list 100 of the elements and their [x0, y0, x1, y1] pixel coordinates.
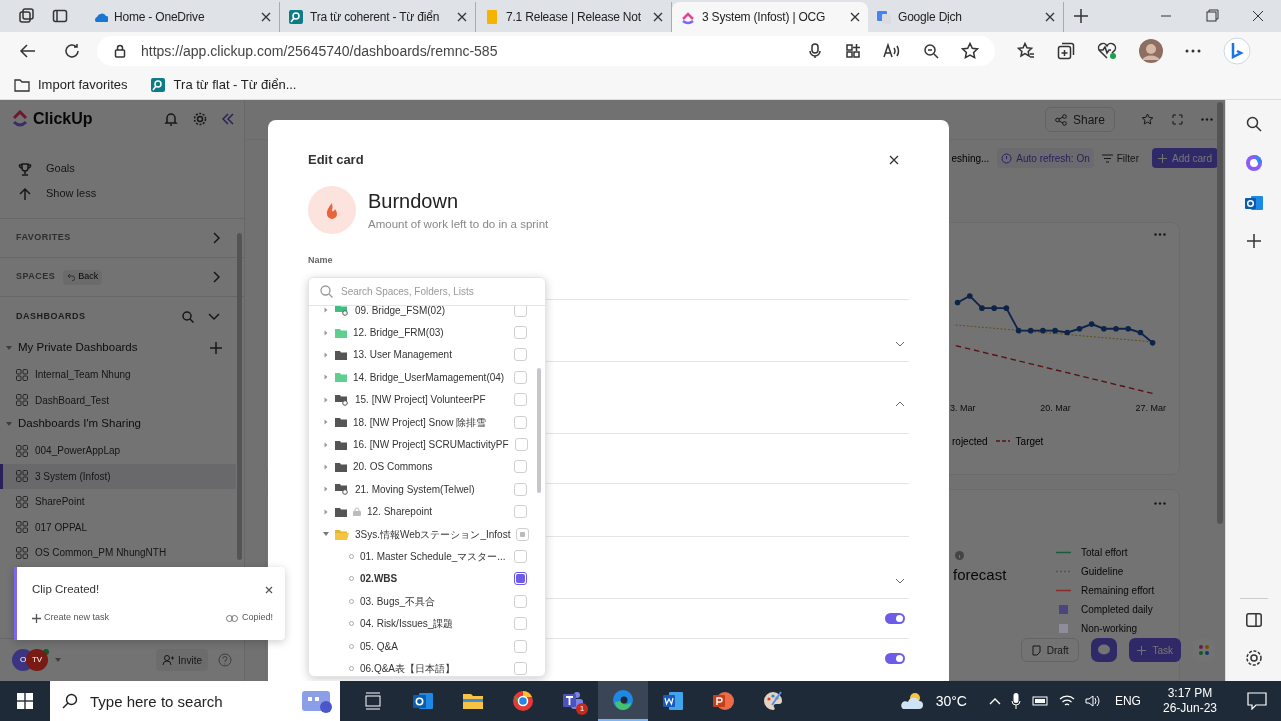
toast-title: Clip Created!	[32, 582, 101, 597]
back-icon[interactable]	[19, 42, 37, 60]
clock[interactable]: 3:17 PM 26-Jun-23	[1162, 686, 1217, 716]
taskbar-app[interactable]	[598, 681, 648, 721]
plus-icon[interactable]	[210, 342, 222, 354]
dashboard-icon	[16, 394, 28, 407]
refresh-icon[interactable]	[63, 42, 81, 60]
close-icon[interactable]	[1045, 12, 1055, 22]
workspaces-icon[interactable]	[18, 8, 34, 24]
more-icon[interactable]	[1185, 49, 1201, 53]
language-indicator[interactable]: ENG	[1114, 692, 1141, 710]
tree-item[interactable]: 01. Master Schedule_マスター...	[309, 545, 545, 568]
dashboard-icon	[16, 470, 28, 483]
tree-item[interactable]: 20. OS Commons	[309, 455, 545, 479]
search-field[interactable]: Search Spaces, Folders, Lists	[309, 278, 545, 305]
magnifier-icon	[149, 76, 166, 93]
tab-actions-icon[interactable]	[52, 8, 68, 24]
close-icon[interactable]	[889, 154, 899, 165]
close-icon[interactable]	[850, 12, 860, 22]
chevron-down-icon[interactable]	[208, 313, 220, 321]
dashboard-item[interactable]: 004_PowerAppLap	[0, 438, 236, 464]
wifi-icon[interactable]	[1058, 694, 1075, 708]
taskbar-search-field[interactable]: Type here to search	[50, 681, 340, 721]
notifications-icon[interactable]	[1247, 692, 1267, 710]
star-icon[interactable]	[1141, 113, 1154, 126]
taskbar-app[interactable]: 1	[548, 681, 598, 721]
tree-item[interactable]: 13. User Management	[309, 343, 545, 367]
dashboard-group[interactable]: Dashboards I'm Sharing	[0, 413, 244, 435]
dashboard-item[interactable]: DashBoard_Test	[0, 387, 236, 413]
dashboard-item[interactable]: OS Common_PM NhungNTH	[0, 540, 236, 566]
invite-button[interactable]: Invite	[156, 649, 208, 671]
address-bar[interactable]: https://app.clickup.com/25645740/dashboards/remnc-585	[97, 36, 995, 66]
toggle-switch[interactable]	[885, 653, 905, 664]
tree-item[interactable]: 18. [NW Project] Snow 除排雪	[309, 410, 545, 434]
tree-item[interactable]: 14. Bridge_UserMamagement(04)	[309, 366, 545, 389]
bell-icon[interactable]	[164, 112, 178, 126]
plus-icon[interactable]	[1246, 234, 1261, 248]
collapse-icon[interactable]	[222, 113, 234, 125]
tree-item[interactable]: 03. Bugs_不具合	[309, 590, 545, 613]
dashboard-item[interactable]: Internal_Team Nhung	[0, 362, 236, 388]
data-point	[1003, 305, 1010, 311]
heart-pulse-icon[interactable]	[1097, 42, 1117, 60]
collections-icon[interactable]	[1057, 42, 1075, 60]
close-icon[interactable]	[457, 12, 467, 22]
chevron-down-icon[interactable]	[895, 578, 905, 584]
close-icon[interactable]	[261, 12, 271, 22]
close-icon[interactable]	[265, 585, 273, 594]
dashboard-item[interactable]: SharePoint	[0, 489, 236, 515]
create-task-link[interactable]: Create new task	[32, 611, 226, 625]
favorite-link[interactable]: Import favorites	[12, 74, 130, 95]
chevron-right-icon[interactable]	[212, 271, 220, 283]
dashboard-item[interactable]: 017 OPPAL	[0, 514, 236, 540]
search-icon[interactable]	[1245, 116, 1262, 132]
microphone-icon[interactable]	[807, 43, 823, 59]
data-point	[1125, 325, 1132, 332]
draft-button[interactable]: Draft	[1020, 638, 1080, 662]
volume-icon[interactable]	[1084, 694, 1101, 708]
browser-wave-icon	[611, 688, 635, 712]
microphone-icon[interactable]	[1010, 693, 1021, 709]
nav-item[interactable]: Goals	[0, 156, 244, 181]
tree-item[interactable]: 3Sys.情報Webステーション_Infost	[309, 522, 545, 546]
close-icon[interactable]	[653, 12, 663, 22]
copilot-icon[interactable]	[1223, 37, 1251, 65]
tree-item[interactable]: 05. Q&A	[309, 634, 545, 658]
windows-logo-icon[interactable]	[17, 693, 33, 709]
battery-icon[interactable]	[1030, 695, 1049, 707]
tree-item[interactable]: 09. Bridge_FSM(02)	[309, 306, 545, 322]
search-icon	[320, 285, 333, 298]
tree-item[interactable]: 02.WBS	[309, 567, 545, 591]
star-icon[interactable]	[961, 42, 979, 60]
tree-item[interactable]: 16. [NW Project] SCRUMactivityPF	[309, 433, 545, 456]
tree-item[interactable]: 21. Moving System(Telwel)	[309, 478, 545, 501]
copilot-icon[interactable]	[1244, 154, 1263, 172]
toggle-switch[interactable]	[885, 613, 905, 624]
outlook-icon[interactable]	[1244, 194, 1263, 212]
new-tab-icon[interactable]	[1074, 9, 1088, 23]
chat-button-icon[interactable]	[1091, 638, 1118, 662]
tree-item[interactable]: 04. Risk/Issues_課題	[309, 612, 545, 635]
fullscreen-icon[interactable]	[1172, 114, 1183, 125]
tree-item[interactable]: 06.Q&A表【日本語】	[309, 657, 545, 676]
checkbox[interactable]	[514, 572, 527, 586]
chevron-right-icon[interactable]	[212, 232, 220, 244]
chevron-down-icon[interactable]	[895, 341, 905, 347]
profile-avatar-icon[interactable]	[1139, 39, 1163, 63]
tree-item[interactable]: 12. Bridge_FRM(03)	[309, 321, 545, 344]
dashboard-group[interactable]: My Private Dashboards	[0, 337, 244, 359]
filter-button[interactable]: Filter	[1101, 150, 1139, 166]
favorites-icon[interactable]	[1017, 42, 1035, 60]
tree-item[interactable]: 12. Sharepoint	[309, 500, 545, 523]
zoom-out-icon[interactable]	[923, 43, 939, 59]
nav-item[interactable]: Show less	[0, 181, 244, 206]
back-button[interactable]: Back	[63, 269, 103, 285]
settings-icon[interactable]	[1244, 649, 1263, 667]
favorite-link[interactable]: Tra từ flat - Từ điển...	[147, 74, 299, 95]
browser-tab[interactable]: 3 System (Infost) | OCG	[672, 2, 868, 32]
apps-icon[interactable]	[845, 43, 861, 59]
tree-item[interactable]: 15. [NW Project] VolunteerPF	[309, 388, 545, 411]
sidebar-toggle-icon[interactable]	[1245, 613, 1262, 627]
read-aloud-icon[interactable]	[883, 43, 901, 59]
share-button[interactable]: Share	[1044, 107, 1115, 132]
